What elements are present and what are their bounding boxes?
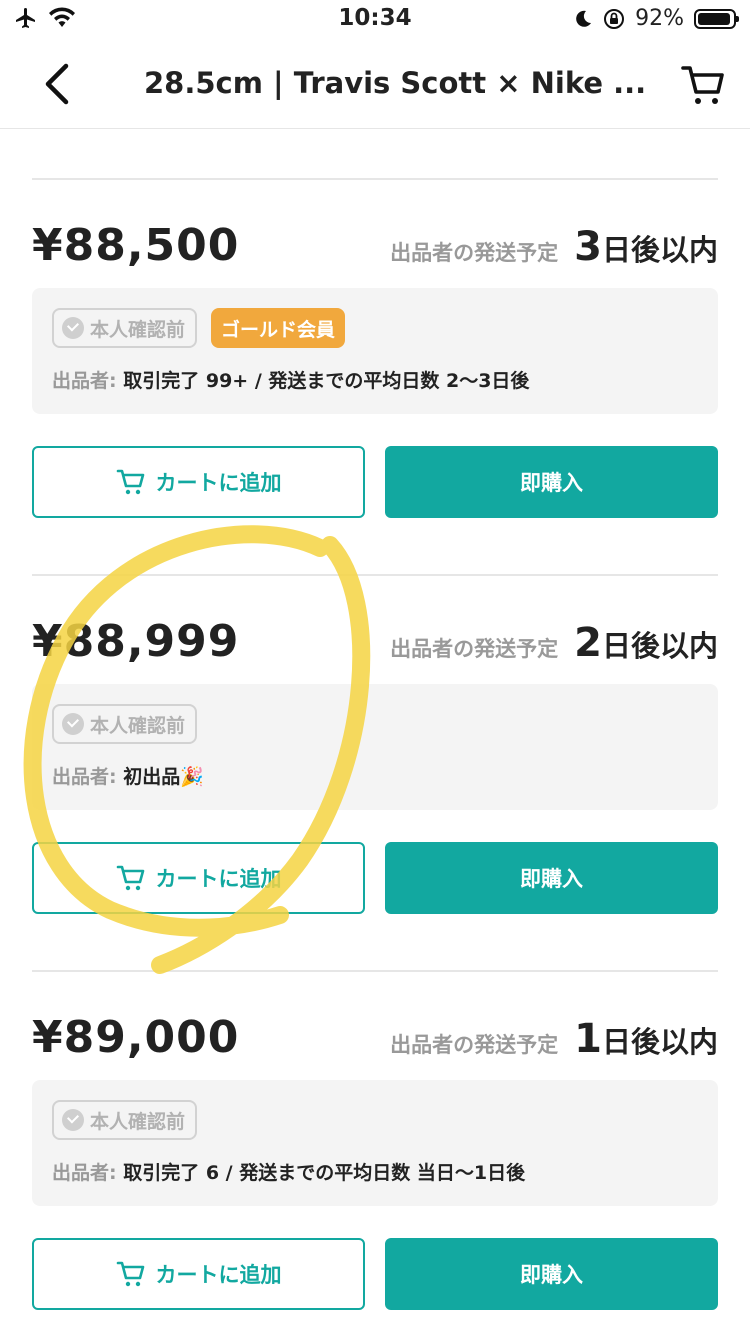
back-chevron-icon[interactable] xyxy=(36,60,80,108)
seller-info-box: 本人確認前 ゴールド会員 出品者: 取引完了 99+ / 発送までの平均日数 2… xyxy=(32,288,718,414)
add-to-cart-label: カートに追加 xyxy=(155,867,282,891)
add-to-cart-button[interactable]: カートに追加 xyxy=(32,1238,365,1310)
divider xyxy=(32,574,718,576)
shipping-unit: 日後以内 xyxy=(601,233,718,267)
buy-now-button[interactable]: 即購入 xyxy=(385,842,718,914)
divider xyxy=(32,178,718,180)
cart-icon xyxy=(116,1261,144,1287)
check-circle-icon xyxy=(62,713,84,735)
check-circle-icon xyxy=(62,1109,84,1131)
shipping-estimate: 出品者の発送予定 3 日後以内 xyxy=(390,224,718,270)
shipping-days: 1 xyxy=(574,1016,602,1062)
shipping-unit: 日後以内 xyxy=(601,629,718,663)
seller-details: 取引完了 6 / 発送までの平均日数 当日〜1日後 xyxy=(123,1162,526,1184)
gold-member-badge: ゴールド会員 xyxy=(211,308,346,348)
seller-info-box: 本人確認前 出品者: 初出品🎉 xyxy=(32,684,718,810)
page-title: 28.5cm | Travis Scott × Nike ... xyxy=(144,66,647,100)
listing-card: ¥88,999 出品者の発送予定 2 日後以内 本人確認前 出品者: 初出品🎉 … xyxy=(32,578,718,928)
add-to-cart-label: カートに追加 xyxy=(155,1263,282,1287)
badges: 本人確認前 xyxy=(52,1100,198,1140)
status-bar: 10:34 92% xyxy=(0,0,750,40)
badge-label: 本人確認前 xyxy=(90,318,186,341)
badge-label: 本人確認前 xyxy=(90,1110,186,1133)
shipping-unit: 日後以内 xyxy=(601,1025,718,1059)
seller-details: 取引完了 99+ / 発送までの平均日数 2〜3日後 xyxy=(123,370,530,392)
shipping-days: 2 xyxy=(574,620,602,666)
identity-unverified-badge: 本人確認前 xyxy=(52,704,198,744)
listing-card: ¥89,000 出品者の発送予定 1 日後以内 本人確認前 出品者: 取引完了 … xyxy=(32,974,718,1324)
add-to-cart-button[interactable]: カートに追加 xyxy=(32,446,365,518)
orientation-lock-icon xyxy=(604,8,625,29)
price: ¥89,000 xyxy=(32,1012,240,1063)
badge-label: 本人確認前 xyxy=(90,714,186,737)
divider xyxy=(32,970,718,972)
cart-icon xyxy=(116,865,144,891)
check-circle-icon xyxy=(62,317,84,339)
cart-icon xyxy=(116,469,144,495)
shipping-days: 3 xyxy=(574,224,602,270)
seller-label: 出品者: xyxy=(52,766,117,788)
seller-details: 初出品🎉 xyxy=(123,766,204,788)
moon-icon xyxy=(576,10,592,27)
seller-stats: 出品者: 取引完了 99+ / 発送までの平均日数 2〜3日後 xyxy=(52,366,529,393)
shipping-estimate: 出品者の発送予定 2 日後以内 xyxy=(390,620,718,666)
shipping-estimate: 出品者の発送予定 1 日後以内 xyxy=(390,1016,718,1062)
seller-label: 出品者: xyxy=(52,1162,117,1184)
battery-icon xyxy=(694,8,739,29)
nav-bar: 28.5cm | Travis Scott × Nike ... xyxy=(0,40,750,129)
identity-unverified-badge: 本人確認前 xyxy=(52,308,198,348)
price: ¥88,999 xyxy=(32,616,240,667)
status-right: 92% xyxy=(573,6,739,31)
buy-now-button[interactable]: 即購入 xyxy=(385,446,718,518)
identity-unverified-badge: 本人確認前 xyxy=(52,1100,198,1140)
seller-label: 出品者: xyxy=(52,370,117,392)
cart-icon[interactable] xyxy=(680,62,726,108)
battery-percent: 92% xyxy=(635,6,684,31)
price: ¥88,500 xyxy=(32,220,240,271)
buy-now-button[interactable]: 即購入 xyxy=(385,1238,718,1310)
seller-stats: 出品者: 初出品🎉 xyxy=(52,762,204,789)
shipping-label: 出品者の発送予定 xyxy=(390,1033,559,1057)
add-to-cart-label: カートに追加 xyxy=(155,471,282,495)
listing-card: ¥88,500 出品者の発送予定 3 日後以内 本人確認前 ゴールド会員 出品者… xyxy=(32,182,718,532)
add-to-cart-button[interactable]: カートに追加 xyxy=(32,842,365,914)
seller-stats: 出品者: 取引完了 6 / 発送までの平均日数 当日〜1日後 xyxy=(52,1158,525,1185)
shipping-label: 出品者の発送予定 xyxy=(390,637,559,661)
seller-info-box: 本人確認前 出品者: 取引完了 6 / 発送までの平均日数 当日〜1日後 xyxy=(32,1080,718,1206)
badges: 本人確認前 xyxy=(52,704,198,744)
badges: 本人確認前 ゴールド会員 xyxy=(52,308,346,348)
shipping-label: 出品者の発送予定 xyxy=(390,241,559,265)
